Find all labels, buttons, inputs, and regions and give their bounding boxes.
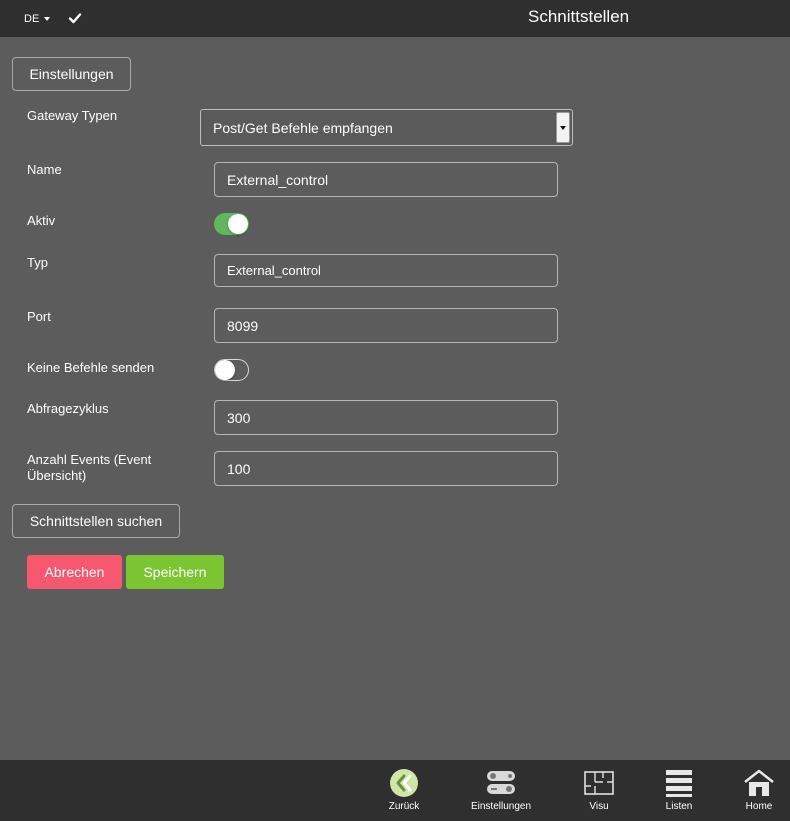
page-title: Schnittstellen xyxy=(528,7,630,26)
nav-lists-label: Listen xyxy=(665,801,693,812)
nav-lists[interactable]: Listen xyxy=(660,760,698,821)
nav-back-label: Zurück xyxy=(388,801,420,812)
toggle-knob xyxy=(228,214,248,234)
nav-home-label: Home xyxy=(745,801,773,812)
nav-back[interactable]: Zurück xyxy=(384,760,424,821)
save-button[interactable]: Speichern xyxy=(126,555,224,589)
aktiv-label: Aktiv xyxy=(27,213,56,228)
cancel-button[interactable]: Abrechen xyxy=(27,555,122,589)
toggle-knob xyxy=(215,360,235,380)
nav-visu-label: Visu xyxy=(589,801,609,812)
abfragezyklus-input[interactable]: 300 xyxy=(214,400,558,435)
language-label: DE xyxy=(24,13,40,25)
aktiv-toggle[interactable] xyxy=(214,213,249,235)
abfragezyklus-label: Abfragezyklus xyxy=(27,401,109,416)
keine-befehle-label: Keine Befehle senden xyxy=(27,360,155,375)
gateway-type-select[interactable]: Post/Get Befehle empfangen xyxy=(200,109,573,146)
floorplan-icon xyxy=(584,771,614,795)
gateway-type-value: Post/Get Befehle empfangen xyxy=(213,120,393,136)
back-icon xyxy=(390,769,418,797)
typ-label: Typ xyxy=(27,255,48,270)
top-bar: DE Schnittstellen xyxy=(0,0,790,37)
home-icon xyxy=(744,769,774,796)
language-dropdown[interactable]: DE xyxy=(24,13,51,25)
nav-settings[interactable]: Einstellungen xyxy=(466,760,536,821)
einstellungen-section-button[interactable]: Einstellungen xyxy=(12,57,131,91)
nav-settings-label: Einstellungen xyxy=(470,801,532,812)
keine-befehle-toggle[interactable] xyxy=(214,359,249,381)
name-input[interactable]: External_control xyxy=(214,162,558,197)
nav-visu[interactable]: Visu xyxy=(580,760,618,821)
anzahl-events-label: Anzahl Events (Event Übersicht) xyxy=(27,452,151,484)
chevron-down-icon xyxy=(44,17,51,21)
schnittstellen-suchen-button[interactable]: Schnittstellen suchen xyxy=(12,504,180,538)
list-icon xyxy=(666,770,692,797)
check-icon[interactable] xyxy=(68,11,82,25)
gateway-type-label: Gateway Typen xyxy=(27,108,118,123)
bottom-nav: Zurück Einstellungen Visu Listen Home xyxy=(0,760,790,821)
nav-home[interactable]: Home xyxy=(740,760,778,821)
name-label: Name xyxy=(27,162,62,177)
typ-input[interactable]: External_control xyxy=(214,254,558,287)
settings-toggles-icon xyxy=(487,771,515,794)
port-label: Port xyxy=(27,309,51,324)
port-input[interactable]: 8099 xyxy=(214,308,558,343)
anzahl-events-label-line1: Anzahl Events (Event xyxy=(27,452,152,467)
anzahl-events-input[interactable]: 100 xyxy=(214,451,558,486)
dropdown-arrow-icon xyxy=(556,112,570,143)
anzahl-events-label-line2: Übersicht) xyxy=(27,468,87,483)
